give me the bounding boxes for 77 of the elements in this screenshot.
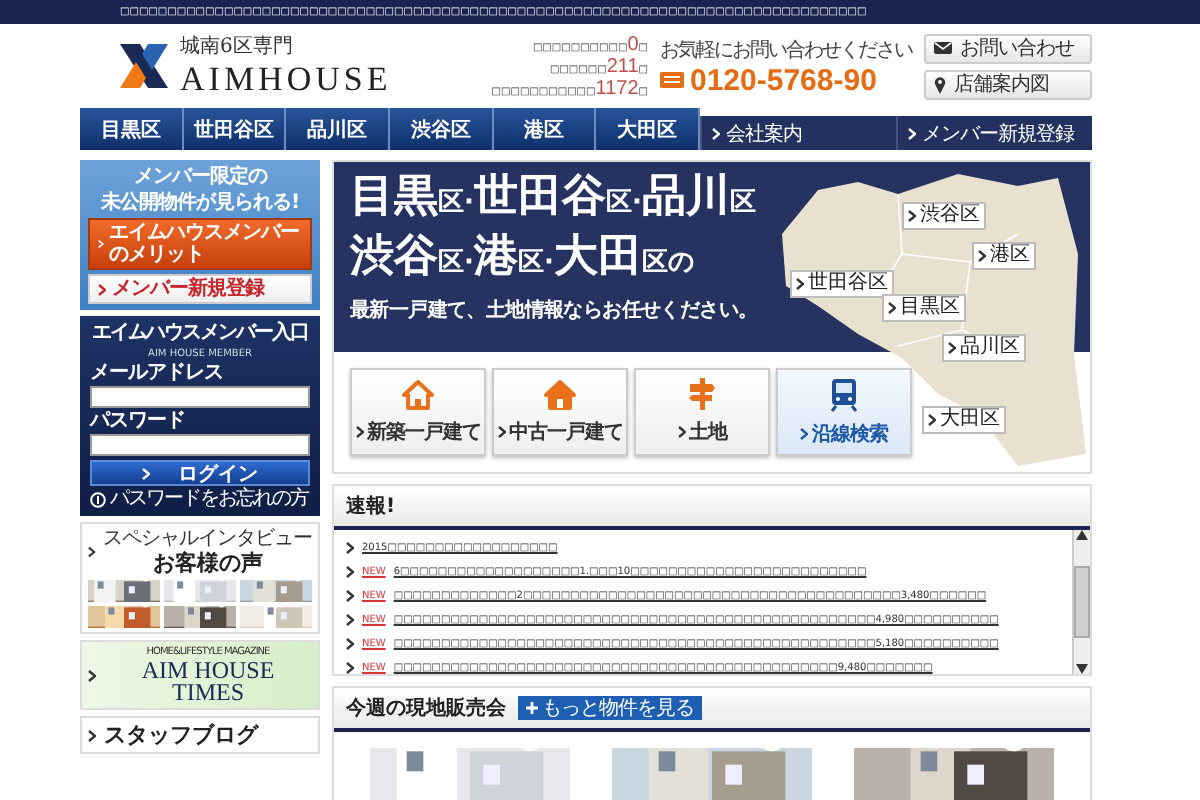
area-tab[interactable]: 港区 xyxy=(493,108,597,150)
input-field[interactable] xyxy=(90,434,310,456)
more-button[interactable]: もっと物件を見る xyxy=(518,696,702,720)
logo-wordmark: AIMHOUSE xyxy=(180,60,392,100)
card-kicker: スペシャルインタビュー xyxy=(103,528,312,550)
card-title: スタッフブログ xyxy=(104,722,258,748)
hero-headline: 渋谷区·港区·大田 区の xyxy=(350,230,694,286)
house-icon xyxy=(402,379,434,409)
field-label: パスワード xyxy=(90,410,187,432)
chevron-icon xyxy=(800,427,808,439)
map-area-label[interactable]: 世田谷区 xyxy=(790,270,894,298)
map-area-label[interactable]: 港区 xyxy=(972,242,1036,270)
phone-icon xyxy=(660,72,684,88)
nav-link[interactable]: メンバー新規登録 xyxy=(896,116,1093,150)
contact-hint: お気軽にお問い合わせください xyxy=(660,37,912,63)
scrollbar-thumb[interactable] xyxy=(1074,566,1090,638)
banner-text: メンバー限定の xyxy=(133,166,267,188)
chevron-icon xyxy=(796,278,804,290)
chevron-icon xyxy=(88,729,96,741)
chevron-icon xyxy=(98,283,106,295)
chevron-icon xyxy=(928,414,936,426)
house-icon xyxy=(544,379,576,409)
chevron-icon xyxy=(355,425,363,437)
chevron-icon xyxy=(88,546,95,558)
magazine-title: AIM HOUSE xyxy=(141,660,275,682)
chevron-icon xyxy=(712,127,721,139)
train-icon xyxy=(830,377,858,411)
category-button[interactable]: 新築一戸建て xyxy=(350,368,486,456)
chevron-icon xyxy=(677,426,685,438)
plus-icon xyxy=(526,702,538,714)
panel-title: 速報! xyxy=(346,493,396,520)
nav-link[interactable]: 会社案内 xyxy=(700,116,897,150)
logo-icon xyxy=(120,44,168,88)
hero-headline: 目黒区·世田谷区·品川 区 xyxy=(350,170,756,226)
phone-number: 0120-5768-90 xyxy=(690,63,877,97)
header-button[interactable]: 店舗案内図 xyxy=(924,69,1092,99)
forgot-password-link[interactable]: パスワードをお忘れの方 xyxy=(90,488,310,510)
login-button[interactable]: ログイン xyxy=(90,460,310,486)
info-icon xyxy=(90,491,106,507)
login-title: エイムハウスメンバー入口 xyxy=(90,322,310,346)
chevron-icon xyxy=(98,238,104,250)
logo-tagline: 城南6区専門 xyxy=(180,33,295,60)
chevron-icon xyxy=(908,210,916,222)
pin-icon xyxy=(934,75,946,93)
area-tab[interactable]: 目黒区 xyxy=(80,108,184,150)
category-button[interactable]: 沿線検索 xyxy=(776,368,912,456)
chevron-icon xyxy=(978,250,986,262)
panel-title: 今週の現地販売会 xyxy=(346,695,506,722)
map-area-label[interactable]: 大田区 xyxy=(922,406,1006,434)
hero-subtitle: 最新一戸建て、土地情報ならお任せください。 xyxy=(350,296,758,324)
map-area-label[interactable]: 渋谷区 xyxy=(902,202,986,230)
header-button[interactable]: お問い合わせ xyxy=(924,33,1092,63)
field-label: メールアドレス xyxy=(90,362,225,384)
magazine-title: TIMES xyxy=(172,682,244,704)
scroll-down-icon[interactable] xyxy=(1076,664,1088,674)
chevron-icon xyxy=(948,342,956,354)
map-area-label[interactable]: 目黒区 xyxy=(882,294,966,322)
category-button[interactable]: 中古一戸建て xyxy=(492,368,628,456)
chevron-icon xyxy=(142,467,150,479)
category-button[interactable]: 土地 xyxy=(634,368,770,456)
banner-text: 未公開物件が見られる! xyxy=(100,192,300,214)
scrollbar[interactable] xyxy=(1072,530,1090,674)
chevron-icon xyxy=(497,425,505,437)
signpost-icon xyxy=(688,378,716,410)
chevron-icon xyxy=(888,302,896,314)
banner-button[interactable]: エイムハウスメンバーのメリット xyxy=(88,218,312,270)
area-tab[interactable]: 渋谷区 xyxy=(390,108,494,150)
area-tab[interactable]: 大田区 xyxy=(596,108,701,150)
mail-icon xyxy=(934,42,952,54)
map-area-label[interactable]: 品川区 xyxy=(942,334,1026,362)
area-tab[interactable]: 品川区 xyxy=(286,108,391,150)
card-title: お客様の声 xyxy=(152,550,263,576)
chevron-icon xyxy=(88,669,96,681)
chevron-icon xyxy=(908,127,917,139)
banner-button[interactable]: メンバー新規登録 xyxy=(88,274,312,304)
area-tab[interactable]: 世田谷区 xyxy=(183,108,287,150)
input-field[interactable] xyxy=(90,386,310,408)
